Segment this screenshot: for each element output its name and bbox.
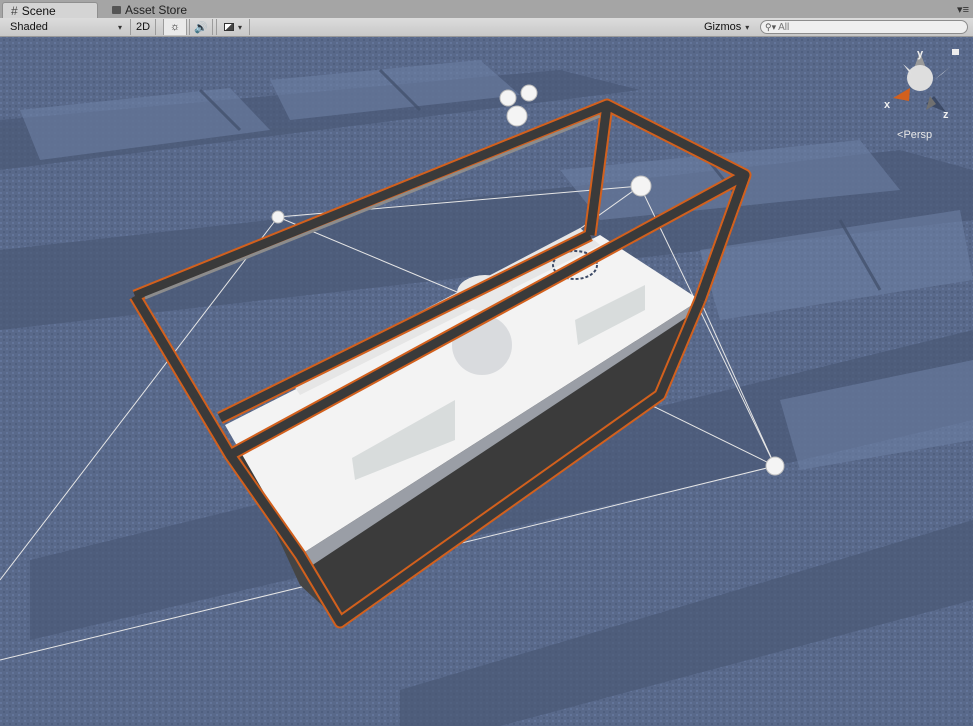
toggle-2d-label: 2D — [135, 21, 151, 33]
chevron-down-icon: ▾ — [117, 22, 122, 32]
effects-dropdown-button[interactable]: ▾ — [216, 19, 250, 35]
axis-z-label: z — [943, 109, 949, 121]
chevron-down-icon: ▾ — [745, 22, 750, 32]
shopping-bag-icon — [112, 6, 121, 14]
scene-render: y x z — [0, 37, 973, 726]
sun-icon: ☼ — [169, 21, 181, 33]
projection-toggle[interactable]: <Persp — [897, 129, 932, 141]
tab-scene[interactable]: # Scene — [2, 2, 98, 18]
scene-search-field[interactable]: ⚲▾ All — [760, 20, 968, 34]
speaker-icon: 🔊 — [194, 21, 208, 34]
tab-scene-label: Scene — [21, 3, 56, 18]
editor-tab-bar: # Scene Asset Store ▾≡ — [0, 0, 973, 19]
chevron-down-icon: ▾ — [237, 22, 242, 32]
toggle-2d-button[interactable]: 2D — [130, 19, 156, 35]
projection-label: Persp — [903, 129, 933, 141]
image-icon — [223, 23, 234, 31]
axis-x-label: x — [884, 99, 891, 111]
search-icon: ⚲▾ — [765, 21, 777, 32]
gizmos-label: Gizmos — [704, 21, 742, 33]
tab-asset-store[interactable]: Asset Store — [104, 2, 196, 18]
audio-toggle-button[interactable]: 🔊 — [189, 19, 213, 35]
shading-mode-dropdown[interactable]: Shaded ▾ — [4, 19, 124, 35]
lighting-toggle-button[interactable]: ☼ — [163, 19, 187, 35]
lock-icon[interactable] — [952, 49, 959, 55]
tab-menu-icon[interactable]: ▾≡ — [957, 3, 969, 16]
tab-asset-store-label: Asset Store — [125, 3, 188, 17]
gizmos-dropdown[interactable]: Gizmos ▾ — [700, 19, 754, 35]
shading-mode-label: Shaded — [10, 21, 48, 33]
search-placeholder: All — [778, 21, 790, 33]
axis-y-label: y — [917, 48, 924, 60]
scene-viewport[interactable]: y x z <Persp — [0, 37, 973, 726]
hash-icon: # — [11, 3, 18, 18]
scene-toolbar: Shaded ▾ 2D ☼ 🔊 ▾ Gizmos ▾ ⚲▾ All — [0, 18, 973, 37]
